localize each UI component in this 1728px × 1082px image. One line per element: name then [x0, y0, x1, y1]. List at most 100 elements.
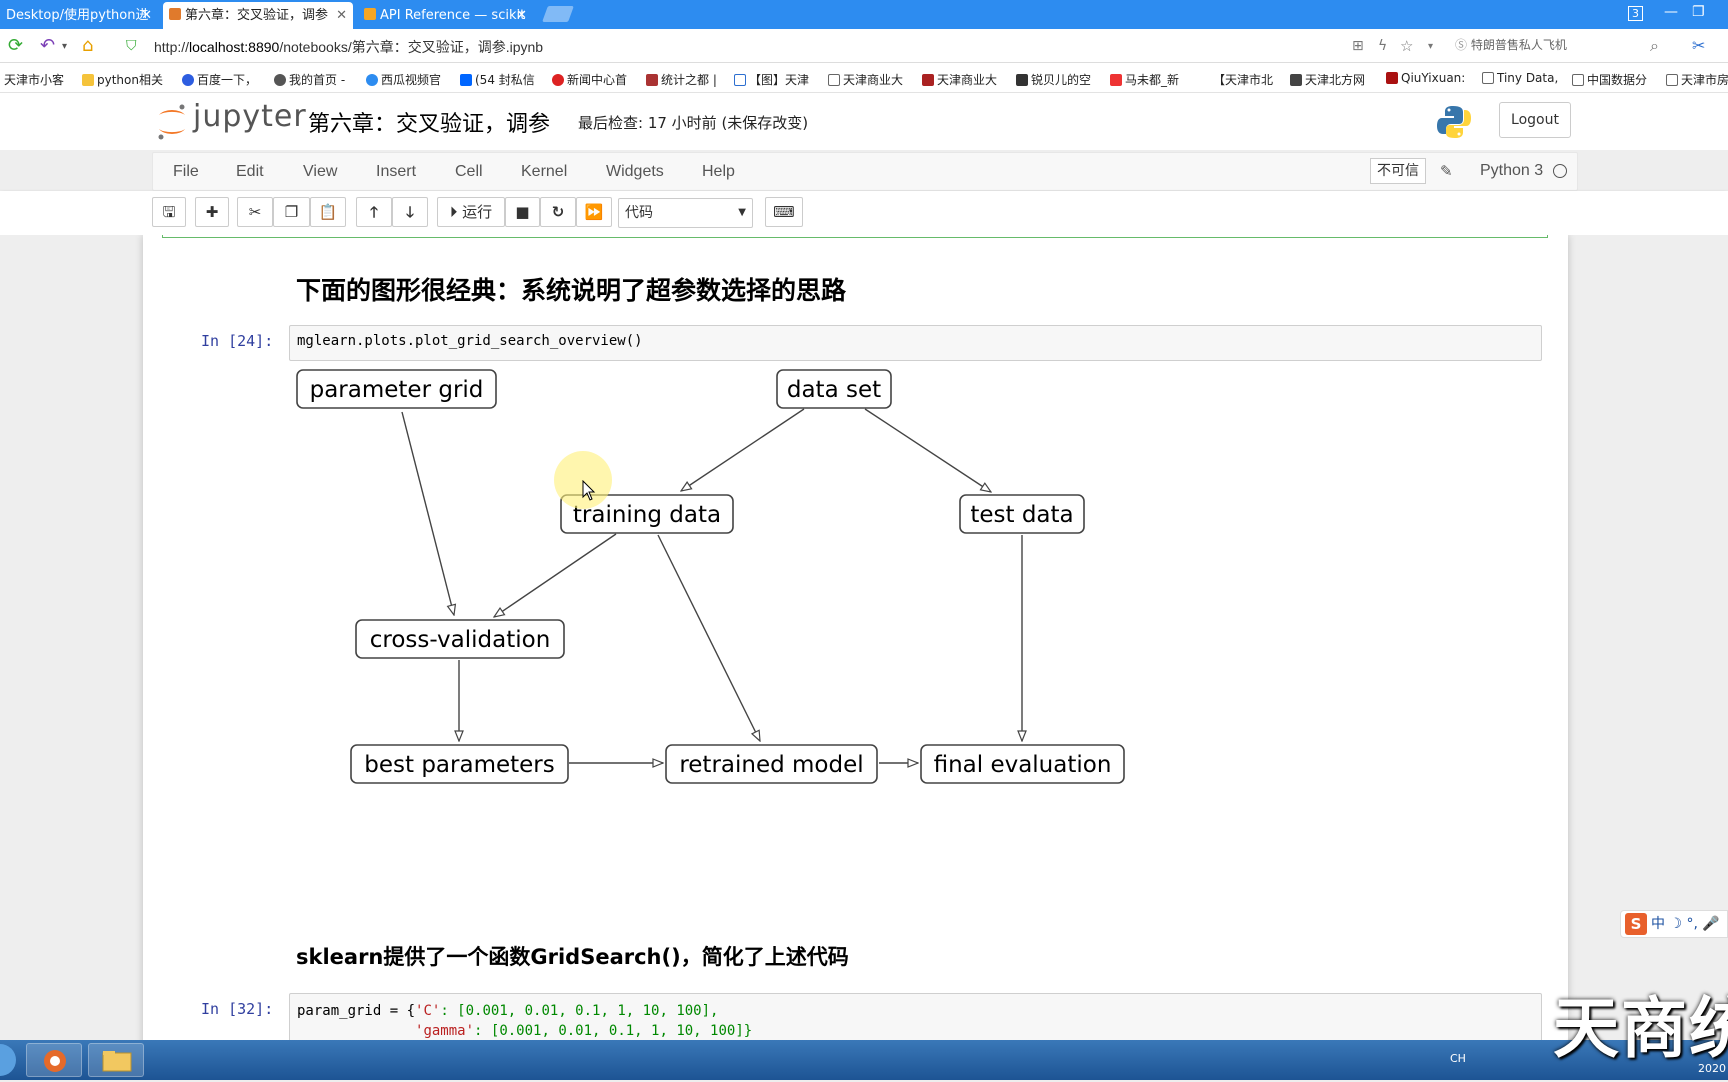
- browser-tab-active[interactable]: 第六章：交叉验证，调参 ✕: [163, 2, 353, 29]
- logout-button[interactable]: Logout: [1499, 102, 1571, 138]
- bookmark-item[interactable]: 统计之都 |: [646, 71, 717, 88]
- bookmark-item[interactable]: 天津北方网: [1290, 71, 1365, 88]
- tools-icon[interactable]: ✂: [1692, 36, 1705, 55]
- move-up-button[interactable]: 🡑: [356, 197, 392, 227]
- menu-kernel[interactable]: Kernel: [521, 163, 567, 181]
- search-icon[interactable]: ⌕: [1650, 36, 1659, 56]
- close-icon[interactable]: ✕: [516, 2, 527, 29]
- lightning-icon[interactable]: ϟ: [1378, 38, 1387, 54]
- taskbar-app-explorer[interactable]: [88, 1043, 144, 1077]
- tab-label: Desktop/使用python进: [6, 8, 149, 23]
- copy-icon: ❐: [284, 203, 299, 221]
- grid-search-diagram: parameter grid data set training data te…: [296, 369, 1125, 784]
- checkpoint-status: 最后检查: 17 小时前 (未保存改变): [578, 114, 809, 132]
- menu-edit[interactable]: Edit: [236, 163, 264, 181]
- bookmark-item[interactable]: 天津商业大: [922, 71, 997, 88]
- kernel-name[interactable]: Python 3: [1480, 162, 1543, 180]
- bookmark-item[interactable]: (54 封私信: [460, 71, 535, 88]
- run-all-button[interactable]: ⏩: [576, 197, 612, 227]
- bookmarks-bar: 天津市小客 python相关 百度一下， 我的首页 - 西瓜视频官 (54 封私…: [0, 63, 1728, 93]
- chevron-down-icon[interactable]: ▾: [62, 41, 67, 52]
- bookmark-item[interactable]: 新闻中心首: [552, 71, 627, 88]
- browser-tab[interactable]: Desktop/使用python进 ✕: [0, 2, 158, 29]
- undo-icon[interactable]: ↶: [40, 35, 55, 56]
- paste-button[interactable]: 📋: [310, 197, 346, 227]
- menu-view[interactable]: View: [303, 163, 337, 181]
- cos-icon: [646, 74, 658, 86]
- system-tray[interactable]: CH: [1450, 1052, 1466, 1065]
- cell-type-select[interactable]: 代码 ▼: [618, 198, 753, 228]
- chevron-down-icon[interactable]: ▾: [1428, 41, 1433, 52]
- ime-toolbar[interactable]: S中 ☽ °, 🎤: [1620, 910, 1728, 938]
- bookmark-item[interactable]: 百度一下，: [182, 71, 257, 88]
- bookmark-item[interactable]: 马未都_新: [1110, 71, 1179, 88]
- bookmark-item[interactable]: 【图】天津: [734, 71, 809, 88]
- bookmark-item[interactable]: 天津市小客: [4, 71, 64, 88]
- jupyter-logo-text[interactable]: jupyter: [193, 99, 307, 134]
- notebook-title[interactable]: 第六章：交叉验证，调参: [308, 106, 550, 138]
- xigua-icon: [366, 74, 378, 86]
- reload-icon[interactable]: ⟳: [8, 35, 23, 56]
- run-button[interactable]: ⏵ 运行: [437, 197, 505, 227]
- url-field[interactable]: http://localhost:8890/notebooks/第六章：交叉验证…: [154, 37, 543, 57]
- browser-tab[interactable]: API Reference — scikit ✕: [358, 2, 533, 29]
- sklearn-favicon-icon: [364, 8, 376, 20]
- bookmark-item[interactable]: 【天津市北: [1198, 71, 1273, 88]
- menu-insert[interactable]: Insert: [376, 163, 416, 181]
- bookmark-item[interactable]: 我的首页 -: [274, 71, 345, 88]
- search-engine-icon: Ⓢ: [1455, 38, 1468, 52]
- close-icon[interactable]: ✕: [141, 2, 152, 29]
- kernel-status-icon: [1553, 164, 1567, 178]
- arrow-training-to-cv: [494, 533, 617, 617]
- interrupt-button[interactable]: ■: [505, 197, 540, 227]
- menu-cell[interactable]: Cell: [455, 163, 483, 181]
- code-cell-24[interactable]: mglearn.plots.plot_grid_search_overview(…: [289, 325, 1542, 361]
- bookmark-item[interactable]: QiuYixuan:: [1386, 71, 1465, 85]
- notebook-favicon-icon: [169, 8, 181, 20]
- tab-label: 第六章：交叉验证，调参: [185, 8, 329, 23]
- menu-help[interactable]: Help: [702, 163, 735, 181]
- menu-widgets[interactable]: Widgets: [606, 163, 664, 181]
- cut-button[interactable]: ✂: [237, 197, 273, 227]
- home-icon[interactable]: ⌂: [82, 35, 93, 56]
- arrow-dataset-to-training: [681, 408, 805, 491]
- minimize-icon[interactable]: —: [1664, 4, 1678, 20]
- keyboard-icon: ⌨: [773, 203, 795, 221]
- restart-button[interactable]: ↻: [540, 197, 576, 227]
- bookmark-item[interactable]: 天津市房: [1666, 71, 1728, 88]
- trust-indicator[interactable]: 不可信: [1370, 158, 1426, 184]
- bookmark-item[interactable]: 天津商业大: [828, 71, 903, 88]
- jupyter-logo-icon[interactable]: [156, 103, 188, 141]
- markdown-heading-2: sklearn提供了一个函数GridSearch()，简化了上述代码: [296, 945, 849, 969]
- bookmark-item[interactable]: Tiny Data,: [1482, 71, 1558, 85]
- run-label: 运行: [462, 203, 493, 221]
- ime-status: 中 ☽ °, 🎤: [1651, 916, 1720, 932]
- menu-file[interactable]: File: [173, 163, 199, 181]
- browser-app-icon: [44, 1050, 66, 1072]
- insert-cell-button[interactable]: ✚: [195, 197, 229, 227]
- command-palette-button[interactable]: ⌨: [765, 197, 803, 227]
- taskbar-app-browser[interactable]: [26, 1043, 82, 1077]
- paste-icon: 📋: [318, 203, 338, 221]
- grid-icon[interactable]: ⊞: [1352, 38, 1364, 54]
- copy-button[interactable]: ❐: [273, 197, 310, 227]
- search-input[interactable]: Ⓢ 特朗普售私人飞机: [1455, 36, 1665, 58]
- bookmark-item[interactable]: 锐贝儿的空: [1016, 71, 1091, 88]
- baidu-icon: [182, 74, 194, 86]
- star-icon[interactable]: ☆: [1400, 37, 1413, 55]
- bookmark-item[interactable]: 西瓜视频官: [366, 71, 441, 88]
- pencil-icon[interactable]: ✎: [1440, 162, 1453, 180]
- page-icon: [1666, 74, 1678, 86]
- restore-icon[interactable]: ❐: [1692, 4, 1705, 20]
- selected-cell-border: [162, 235, 1548, 238]
- save-button[interactable]: 🖫: [152, 197, 186, 227]
- north-icon: [1290, 74, 1302, 86]
- move-down-button[interactable]: 🡓: [392, 197, 428, 227]
- bookmark-item[interactable]: python相关: [82, 71, 163, 88]
- close-icon[interactable]: ✕: [336, 2, 347, 29]
- stop-icon: ■: [515, 203, 530, 221]
- bookmark-item[interactable]: 中国数据分: [1572, 71, 1647, 88]
- new-tab-button[interactable]: [542, 6, 574, 22]
- start-button[interactable]: [0, 1044, 16, 1076]
- code-line: mglearn.plots.plot_grid_search_overview(…: [297, 333, 643, 349]
